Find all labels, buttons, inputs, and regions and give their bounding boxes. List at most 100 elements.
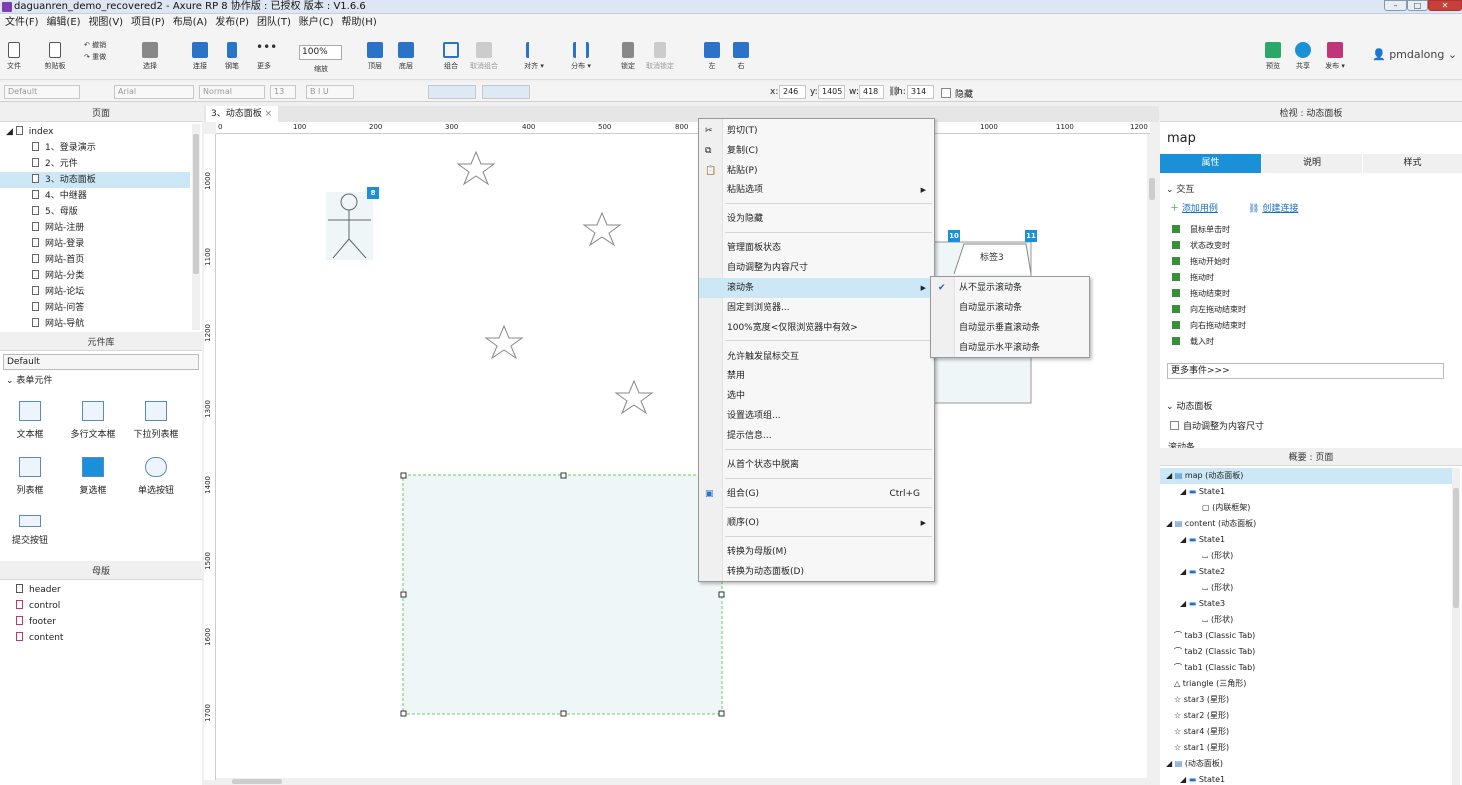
close-button[interactable]: ✕ [1428,0,1462,11]
page-item[interactable]: 网站-论坛 [32,284,84,300]
menu-copy[interactable]: ⧉ 复制(C) [699,141,934,161]
menu-fit-content[interactable]: 自动调整为内容尺寸 [699,258,934,278]
menu-convert-panel[interactable]: 转换为动态面板(D) [699,562,934,582]
page-item-selected[interactable]: 3、动态面板 [32,172,96,188]
redo-button[interactable]: ↷ 重做 [84,52,114,62]
preview-button[interactable]: 预览 [1262,42,1284,71]
menu-tooltip[interactable]: 提示信息... [699,426,934,446]
align-button[interactable]: 对齐 ▾ [520,42,548,71]
library-select[interactable]: Default [3,354,199,370]
weight-select[interactable]: Normal [199,85,265,99]
event-item[interactable]: 向右拖动结束时 [1172,318,1246,334]
dynamic-panel-section[interactable]: ⌄ 动态面板 [1166,399,1212,412]
more-events-select[interactable]: 更多事件>>> [1167,363,1444,379]
page-item[interactable]: 2、元件 [32,156,78,172]
menu-order[interactable]: 顺序(O) ▶ [699,513,934,533]
submenu-never-show[interactable]: ✔ 从不显示滚动条 [931,278,1089,298]
outline-item[interactable]: ☆ star4 (星形) [1174,724,1229,740]
menu-project[interactable]: 项目(P) [126,14,165,32]
page-item[interactable]: 网站-分类 [32,268,84,284]
menu-set-hidden[interactable]: 设为隐藏 [699,209,934,229]
menu-selected[interactable]: 选中 [699,386,934,406]
menu-account[interactable]: 账户(C) [294,14,334,32]
menu-publish[interactable]: 发布(P) [210,14,249,32]
distribute-button[interactable]: 分布 ▾ [566,42,596,71]
outline-item[interactable]: ◢ ▤ map (动态面板) [1166,468,1243,484]
outline-item[interactable]: ⌴ (形状) [1202,612,1233,628]
outline-item[interactable]: ▢ (内联框架) [1202,500,1250,516]
hidden-checkbox[interactable] [941,88,951,98]
widget-name-field[interactable]: map [1167,131,1196,146]
menu-option-group[interactable]: 设置选项组... [699,406,934,426]
maximize-button[interactable]: □ [1407,0,1428,11]
page-item-index[interactable]: ◢ index [6,124,53,140]
canvas-vscrollbar[interactable] [1148,134,1156,778]
left-button[interactable]: 左 [702,42,722,71]
interaction-section[interactable]: ⌄ 交互 [1166,182,1194,195]
outline-item[interactable]: ⌒ tab1 (Classic Tab) [1174,660,1255,676]
submenu-auto-vertical[interactable]: 自动显示垂直滚动条 [931,318,1089,338]
event-item[interactable]: 状态改变时 [1172,238,1230,254]
add-case-link[interactable]: ＋ 添加用例 [1170,201,1218,214]
event-item[interactable]: 载入时 [1172,334,1214,350]
unlock-button[interactable]: 取消锁定 [644,42,676,71]
event-item[interactable]: 向左拖动结束时 [1172,302,1246,318]
widget-listbox[interactable]: 列表框 [2,457,58,496]
menu-edit[interactable]: 编辑(E) [41,14,80,32]
page-item[interactable]: 网站-登录 [32,236,84,252]
widget-droplist[interactable]: 下拉列表框 [128,401,184,440]
outline-scrollbar[interactable] [1452,468,1460,785]
editor-tab[interactable]: 3、动态面板 × [206,106,278,122]
canvas-hscrollbar[interactable] [216,778,1148,785]
annotation-badge[interactable]: 8 [367,187,379,199]
menu-paste-options[interactable]: 粘贴选项 ▶ [699,180,934,200]
outline-item[interactable]: ⌒ tab3 (Classic Tab) [1174,628,1255,644]
pen-button[interactable]: 钢笔 [220,42,244,71]
menu-view[interactable]: 视图(V) [83,14,123,32]
page-item[interactable]: 网站-问答 [32,300,84,316]
menu-scrollbars[interactable]: 滚动条 ▶ [699,278,934,298]
widget-radio[interactable]: 单选按钮 [128,457,184,496]
menu-allow-mouse[interactable]: 允许触发鼠标交互 [699,347,934,367]
page-item[interactable]: 1、登录演示 [32,140,96,156]
menu-team[interactable]: 团队(T) [252,14,291,32]
menu-pin-to-browser[interactable]: 固定到浏览器... [699,298,934,318]
publish-button[interactable]: 发布 ▾ [1322,42,1348,71]
menu-full-width[interactable]: 100%宽度<仅限浏览器中有效> [699,318,934,338]
annotation-badge[interactable]: 11 [1025,230,1037,242]
submenu-auto-show[interactable]: 自动显示滚动条 [931,298,1089,318]
height-input[interactable]: 314 [907,85,934,99]
tab-style[interactable]: 样式 [1363,154,1462,173]
outline-item[interactable]: ◢ ▬ State1 [1180,772,1225,785]
master-item[interactable]: footer [16,614,56,630]
right-button[interactable]: 右 [731,42,751,71]
menu-layout[interactable]: 布局(A) [168,14,208,32]
master-item[interactable]: control [16,598,60,614]
widget-submit[interactable]: 提交按钮 [2,515,58,546]
pages-scrollbar[interactable] [192,124,200,330]
page-item[interactable]: 网站-首页 [32,252,84,268]
widget-textarea[interactable]: 多行文本框 [65,401,121,440]
outline-item[interactable]: ⌴ (形状) [1202,580,1233,596]
font-select[interactable]: Arial [114,85,194,99]
outline-item[interactable]: ☆ star3 (星形) [1174,692,1229,708]
menu-disable[interactable]: 禁用 [699,366,934,386]
event-item[interactable]: 鼠标单击时 [1172,222,1230,238]
group-button[interactable]: 组合 [440,42,462,71]
library-section[interactable]: ⌄ 表单元件 [6,373,52,389]
x-input[interactable]: 246 [779,85,806,99]
design-canvas[interactable]: 8 10 11 标签3 [216,134,1147,778]
ungroup-button[interactable]: 取消组合 [468,42,500,71]
outline-item[interactable]: ◢ ▬ State3 [1180,596,1225,612]
user-menu[interactable]: 👤 pmdalong ⌄ [1372,48,1457,61]
create-link[interactable]: ⛓ 创建连接 [1248,201,1298,214]
size-select[interactable]: 13 [270,85,296,99]
zoom-select[interactable]: 100% [299,45,342,60]
fit-content-checkbox[interactable]: 自动调整为内容尺寸 [1170,419,1264,432]
undo-button[interactable]: ↶ 撤销 [84,40,114,50]
more-button[interactable]: ••• 更多 [250,41,278,71]
outline-item[interactable]: ⌒ tab2 (Classic Tab) [1174,644,1255,660]
annotation-badge[interactable]: 10 [948,230,960,242]
y-input[interactable]: 1405 [818,85,845,99]
menu-help[interactable]: 帮助(H) [336,14,376,32]
